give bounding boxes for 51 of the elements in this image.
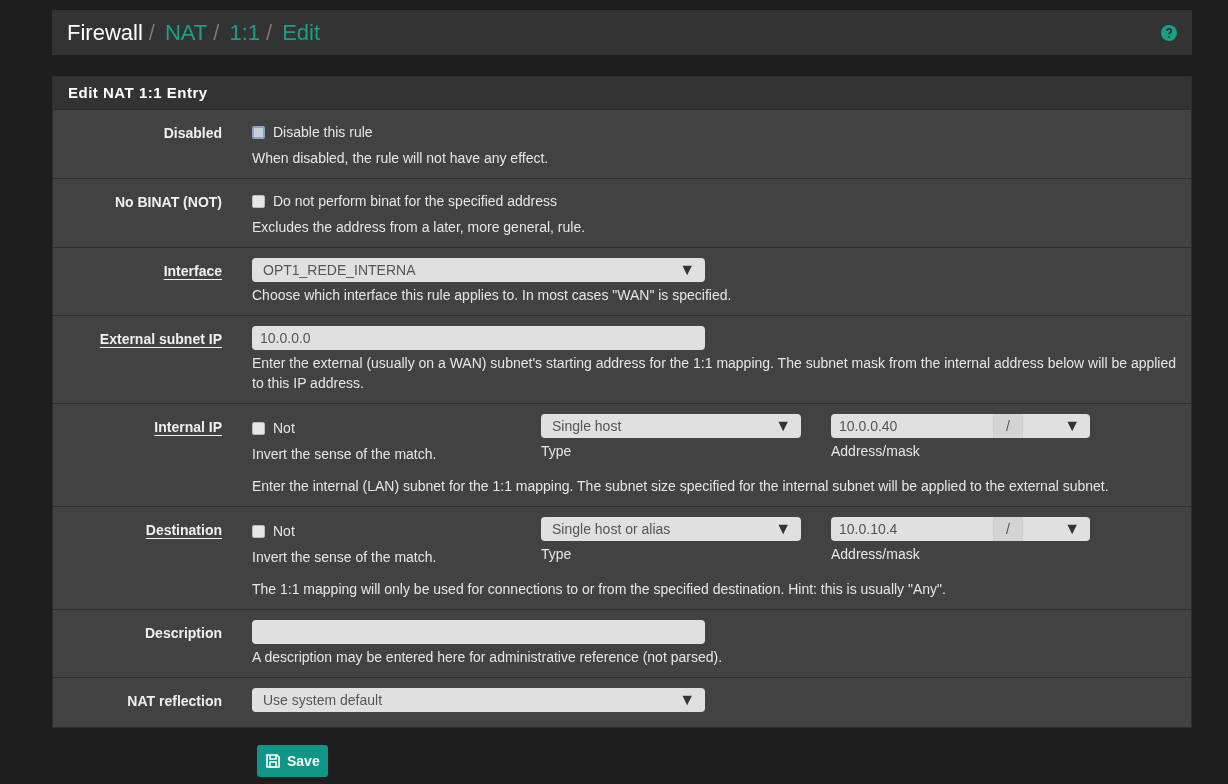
help-text: When disabled, the rule will not have any effect.	[252, 149, 550, 168]
field-caption: Type	[541, 442, 573, 461]
breadcrumb-title: Firewall	[67, 19, 143, 47]
checkbox-label: Do not perform binat for the specified address	[273, 192, 558, 211]
help-text: The 1:1 mapping will only be used for connections to or from the specified destination. Hint: this is usually "Any".	[252, 580, 947, 599]
mask-dropdown[interactable]: ▼	[1023, 517, 1090, 541]
help-text: A description may be entered here for administrative reference (not parsed).	[252, 648, 724, 667]
mask-separator: /	[993, 517, 1023, 541]
breadcrumb-link[interactable]: 1:1	[229, 16, 260, 49]
checkbox[interactable]	[252, 525, 265, 538]
breadcrumb-link[interactable]: Edit	[282, 16, 321, 49]
text-field[interactable]	[252, 620, 705, 644]
field-label-link[interactable]: Destination	[145, 522, 222, 538]
field-label-link[interactable]: Internal IP	[154, 419, 222, 435]
field-caption: Type	[541, 545, 573, 564]
field-caption: Address/mask	[831, 545, 921, 564]
help-text: Enter the internal (LAN) subnet for the 1:1 mapping. The subnet size specified for the internal subnet will be applied to the external subnet.	[252, 477, 1110, 496]
field-label: NAT reflection	[127, 693, 222, 709]
field-label-link[interactable]: Interface	[163, 263, 222, 279]
mask-dropdown[interactable]: ▼	[1023, 414, 1090, 438]
help-text: Choose which interface this rule applies to. In most cases "WAN" is specified.	[252, 286, 733, 305]
checkbox[interactable]	[252, 195, 265, 208]
help-text: Invert the sense of the match.	[252, 445, 438, 464]
dropdown[interactable]: Use system default ▼	[252, 688, 705, 712]
checkbox[interactable]	[252, 126, 265, 139]
help-icon[interactable]	[1161, 24, 1177, 41]
field-label: Description	[145, 625, 222, 641]
help-text: Excludes the address from a later, more general, rule.	[252, 218, 587, 237]
help-text: Invert the sense of the match.	[252, 548, 438, 567]
save-button[interactable]: Save	[257, 745, 328, 777]
breadcrumb-separator: /	[266, 19, 273, 47]
field-label: No BINAT (NOT)	[114, 194, 222, 210]
mask-separator: /	[993, 414, 1023, 438]
breadcrumb-separator: /	[213, 19, 220, 47]
field-label-link[interactable]: External subnet IP	[99, 331, 222, 347]
breadcrumb-separator: /	[148, 19, 155, 47]
address-field[interactable]: 10.0.0.40	[831, 414, 993, 438]
checkbox[interactable]	[252, 422, 265, 435]
field-caption: Address/mask	[831, 442, 921, 461]
text-field[interactable]: 10.0.0.0	[252, 326, 705, 350]
breadcrumb-link[interactable]: NAT	[164, 16, 208, 49]
checkbox-label: Disable this rule	[273, 123, 373, 142]
dropdown[interactable]: OPT1_REDE_INTERNA ▼	[252, 258, 705, 282]
dropdown[interactable]: Single host or alias ▼	[541, 517, 801, 541]
field-label: Disabled	[163, 125, 222, 141]
address-field[interactable]: 10.0.10.4	[831, 517, 993, 541]
checkbox-label: Not	[273, 522, 295, 541]
dropdown[interactable]: Single host ▼	[541, 414, 801, 438]
help-text: Enter the external (usually on a WAN) subnet's starting address for the 1:1 mapping. The subnet mask from the internal address below will be applied to this IP address.	[252, 354, 1178, 393]
panel-title: Edit NAT 1:1 Entry	[68, 82, 208, 103]
checkbox-label: Not	[273, 419, 295, 438]
